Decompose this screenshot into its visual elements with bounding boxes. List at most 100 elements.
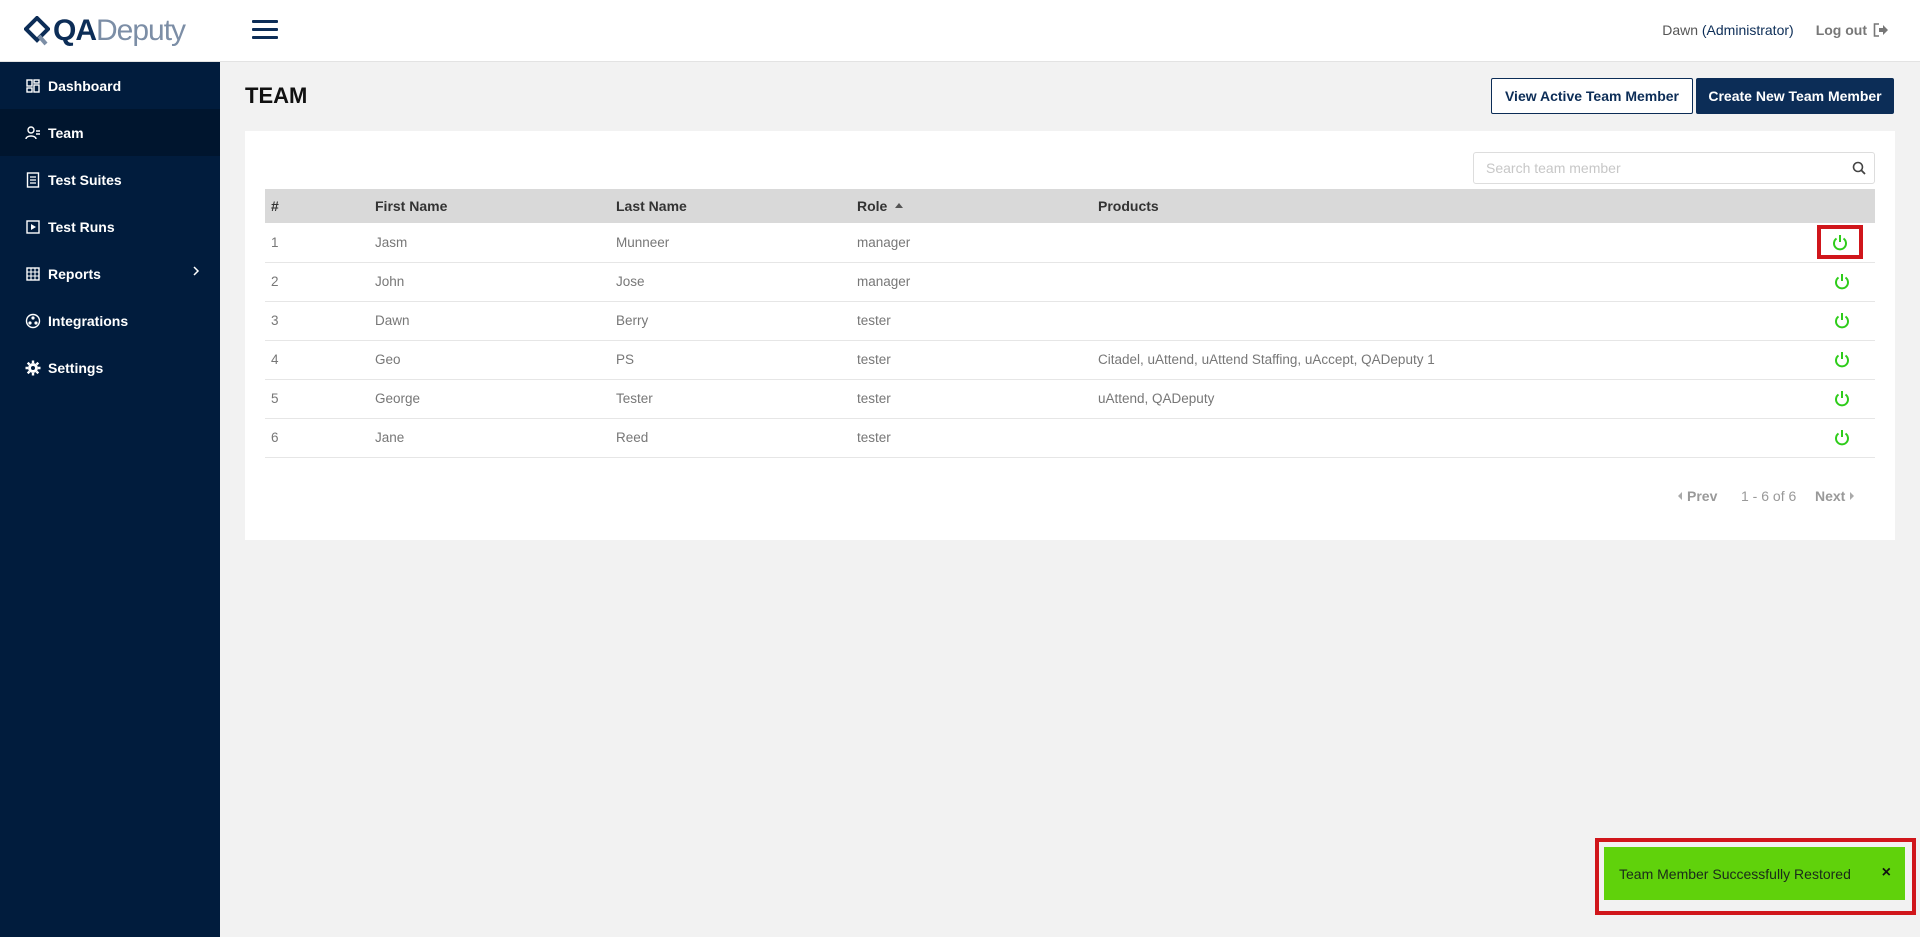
prev-page-button[interactable]: Prev — [1678, 488, 1717, 504]
create-new-team-member-button[interactable]: Create New Team Member — [1696, 78, 1894, 114]
next-page-button[interactable]: Next — [1815, 488, 1855, 504]
test-suites-icon — [25, 171, 41, 188]
hamburger-menu-icon[interactable] — [252, 20, 278, 40]
cell-first-name: Jane — [369, 418, 610, 458]
cell-number: 4 — [265, 340, 369, 380]
cell-products — [1092, 418, 1797, 458]
cell-actions — [1797, 262, 1875, 302]
cell-first-name: John — [369, 262, 610, 302]
power-icon[interactable] — [1817, 225, 1863, 260]
logout-icon — [1873, 23, 1888, 37]
logo-area: QA Deputy — [0, 0, 220, 62]
search-icon[interactable] — [1844, 161, 1874, 175]
user-name: Dawn — [1662, 22, 1698, 38]
cell-products — [1092, 301, 1797, 341]
sidebar-item-test-suites[interactable]: Test Suites — [0, 156, 220, 203]
logout-button[interactable]: Log out — [1816, 22, 1889, 38]
column-header-first-name[interactable]: First Name — [369, 189, 610, 223]
chevron-right-icon — [193, 266, 200, 276]
sidebar-item-reports[interactable]: Reports — [0, 250, 220, 297]
close-icon[interactable]: × — [1882, 864, 1891, 882]
sidebar-nav: Dashboard Team Test Suites Test Runs Rep… — [0, 62, 220, 391]
column-header-last-name[interactable]: Last Name — [610, 189, 851, 223]
column-header-role[interactable]: Role — [851, 189, 1092, 223]
search-input[interactable] — [1474, 153, 1844, 183]
top-header: Dawn (Administrator) Log out — [220, 0, 1920, 62]
toast-highlight: Team Member Successfully Restored × — [1595, 838, 1916, 915]
cell-role: manager — [851, 223, 1092, 263]
brand-logo[interactable]: QA Deputy — [24, 13, 186, 48]
table-row: 3 Dawn Berry tester — [265, 301, 1875, 341]
cell-role: tester — [851, 379, 1092, 419]
power-icon[interactable] — [1821, 422, 1863, 454]
table-row: 2 John Jose manager — [265, 262, 1875, 302]
sidebar-item-label: Team — [48, 124, 84, 141]
cell-last-name: Reed — [610, 418, 851, 458]
logout-label: Log out — [1815, 22, 1867, 38]
cell-number: 2 — [265, 262, 369, 302]
power-icon[interactable] — [1821, 383, 1863, 415]
cell-last-name: Tester — [610, 379, 851, 419]
cell-last-name: PS — [610, 340, 851, 380]
table-row: 1 Jasm Munneer manager — [265, 223, 1875, 263]
logo-mark-icon — [24, 15, 50, 45]
integrations-icon — [25, 313, 41, 329]
cell-actions — [1797, 379, 1875, 419]
column-header-products[interactable]: Products — [1092, 189, 1797, 223]
sidebar-item-label: Reports — [48, 265, 101, 282]
sidebar-item-dashboard[interactable]: Dashboard — [0, 62, 220, 109]
cell-role: manager — [851, 262, 1092, 302]
view-active-team-member-button[interactable]: View Active Team Member — [1491, 78, 1693, 114]
cell-products: Citadel, uAttend, uAttend Staffing, uAcc… — [1092, 340, 1797, 380]
sidebar-item-settings[interactable]: Settings — [0, 344, 220, 391]
sidebar-item-integrations[interactable]: Integrations — [0, 297, 220, 344]
sort-ascending-icon — [895, 202, 904, 208]
caret-right-icon — [1850, 492, 1855, 500]
table-row: 4 Geo PS tester Citadel, uAttend, uAtten… — [265, 340, 1875, 380]
dashboard-icon — [25, 78, 41, 94]
power-icon[interactable] — [1821, 266, 1863, 298]
cell-number: 5 — [265, 379, 369, 419]
column-header-actions — [1797, 189, 1875, 223]
search-box — [1473, 152, 1875, 184]
cell-actions — [1797, 223, 1875, 263]
prev-label: Prev — [1687, 488, 1718, 504]
user-area: Dawn (Administrator) Log out — [1662, 22, 1889, 38]
next-label: Next — [1815, 488, 1846, 504]
user-role: (Administrator) — [1701, 22, 1794, 38]
power-icon[interactable] — [1821, 344, 1863, 376]
cell-first-name: George — [369, 379, 610, 419]
cell-products: uAttend, QADeputy — [1092, 379, 1797, 419]
sidebar-item-test-runs[interactable]: Test Runs — [0, 203, 220, 250]
caret-left-icon — [1678, 492, 1682, 500]
sidebar-item-label: Integrations — [48, 312, 129, 329]
test-runs-icon — [25, 219, 41, 235]
sidebar-item-label: Settings — [48, 359, 104, 376]
table-row: 5 George Tester tester uAttend, QADeputy — [265, 379, 1875, 419]
cell-actions — [1797, 418, 1875, 458]
column-header-number[interactable]: # — [265, 189, 369, 223]
cell-number: 6 — [265, 418, 369, 458]
cell-first-name: Dawn — [369, 301, 610, 341]
cell-role: tester — [851, 340, 1092, 380]
sidebar-item-team[interactable]: Team — [0, 109, 220, 156]
table-row: 6 Jane Reed tester — [265, 418, 1875, 458]
cell-number: 3 — [265, 301, 369, 341]
cell-products — [1092, 223, 1797, 263]
cell-role: tester — [851, 418, 1092, 458]
cell-actions — [1797, 340, 1875, 380]
sidebar-item-label: Test Runs — [48, 218, 115, 235]
reports-icon — [25, 266, 41, 282]
cell-last-name: Munneer — [610, 223, 851, 263]
cell-actions — [1797, 301, 1875, 341]
cell-last-name: Berry — [610, 301, 851, 341]
success-toast: Team Member Successfully Restored × — [1604, 847, 1905, 900]
settings-icon — [25, 360, 41, 376]
team-icon — [25, 125, 41, 141]
team-table: # First Name Last Name Role Products 1 J… — [265, 189, 1875, 458]
power-icon[interactable] — [1821, 305, 1863, 337]
pagination-info: 1 - 6 of 6 — [1741, 488, 1797, 504]
cell-products — [1092, 262, 1797, 302]
brand-part1: QA — [53, 13, 97, 47]
cell-last-name: Jose — [610, 262, 851, 302]
